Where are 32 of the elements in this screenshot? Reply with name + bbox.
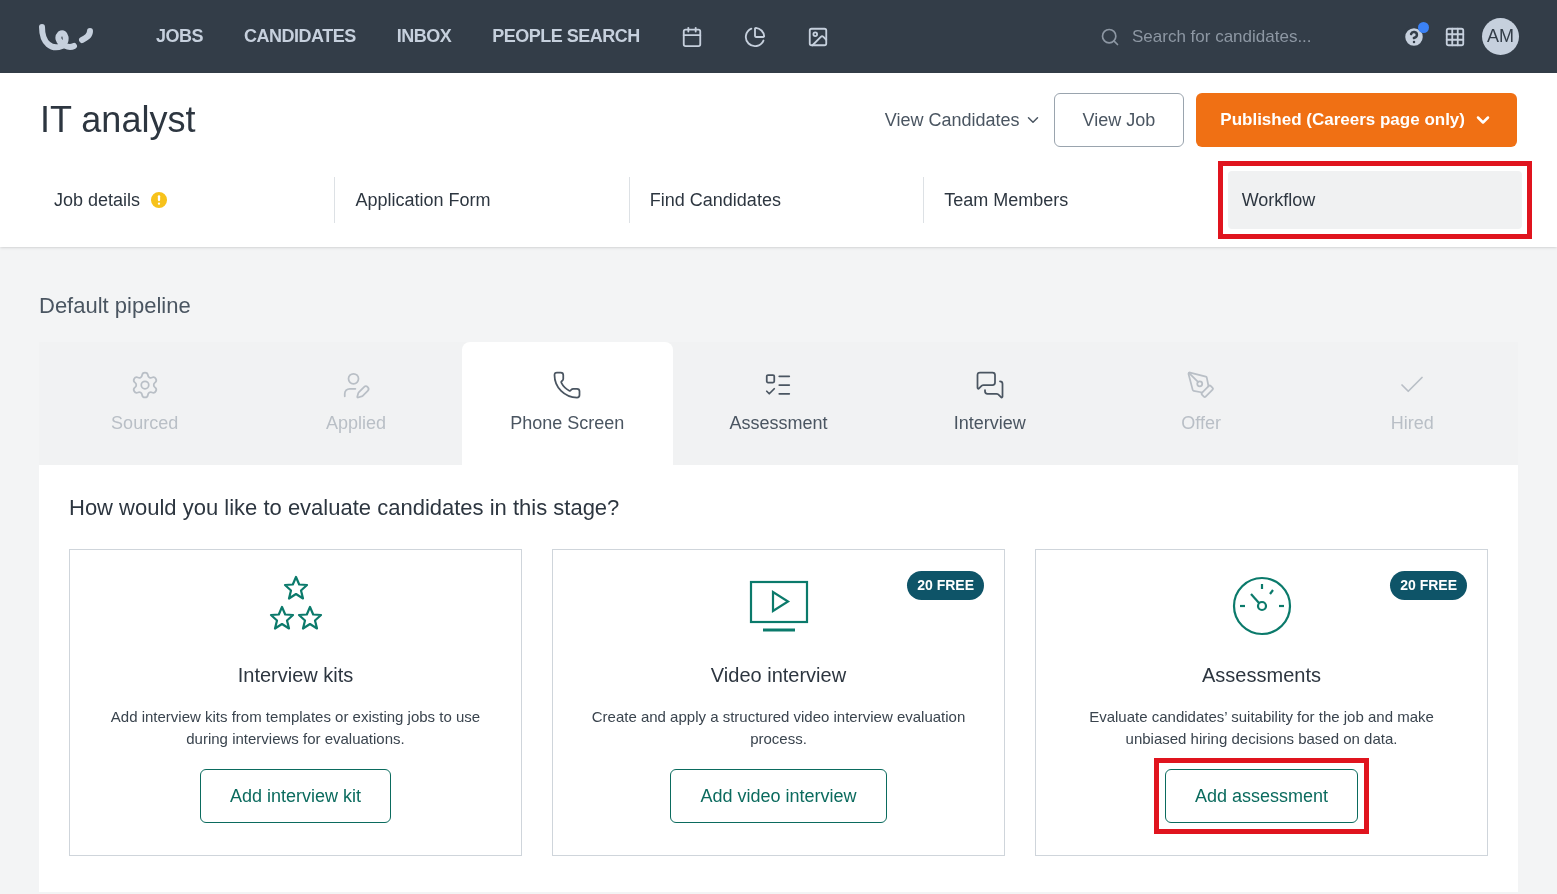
- question-heading: How would you like to evaluate candidates in this stage?: [69, 497, 621, 519]
- logo-icon[interactable]: [38, 21, 94, 52]
- add-option-button[interactable]: Add video interview: [670, 769, 887, 823]
- search-icon: [1100, 26, 1120, 47]
- user-avatar[interactable]: AM: [1482, 18, 1519, 55]
- pie-chart-icon[interactable]: [743, 25, 766, 48]
- card-description: Create and apply a structured video interview evaluation process.: [590, 707, 967, 749]
- free-badge: 20 FREE: [1390, 571, 1467, 600]
- pen-nib-icon: [1186, 370, 1217, 400]
- add-option-button[interactable]: Add assessment: [1164, 769, 1359, 823]
- card-description: Add interview kits from templates or existing jobs to use during interviews for evaluations.: [109, 707, 482, 749]
- search-field[interactable]: Search for candidates...: [1132, 23, 1382, 50]
- job-title: IT analyst: [40, 102, 196, 138]
- phone-icon: [552, 370, 583, 400]
- apps-grid-icon[interactable]: [1444, 25, 1466, 48]
- section-title: Default pipeline: [39, 292, 192, 320]
- card-title: Assessments: [1202, 663, 1321, 688]
- nav-link[interactable]: PEOPLE SEARCH: [492, 23, 640, 50]
- view-candidates-dropdown[interactable]: View Candidates: [884, 106, 1042, 134]
- calendar-icon[interactable]: [680, 25, 703, 48]
- card-title: Video interview: [710, 663, 847, 688]
- nav-link[interactable]: CANDIDATES: [244, 23, 356, 50]
- add-option-button[interactable]: Add interview kit: [199, 769, 392, 823]
- nav-link[interactable]: INBOX: [396, 23, 452, 50]
- pipeline-stage-tab[interactable]: Phone Screen: [461, 342, 673, 465]
- nav-link[interactable]: JOBS: [156, 23, 204, 50]
- card-description: Evaluate candidates’ suitability for the job and make unbiased hiring decisions based on data.: [1088, 707, 1435, 749]
- tab[interactable]: Workflow: [1227, 171, 1523, 229]
- chat-bubbles-icon: [974, 370, 1005, 400]
- view-job-button[interactable]: View Job: [1053, 93, 1185, 147]
- free-badge: 20 FREE: [907, 571, 984, 600]
- card-title: Interview kits: [237, 663, 354, 688]
